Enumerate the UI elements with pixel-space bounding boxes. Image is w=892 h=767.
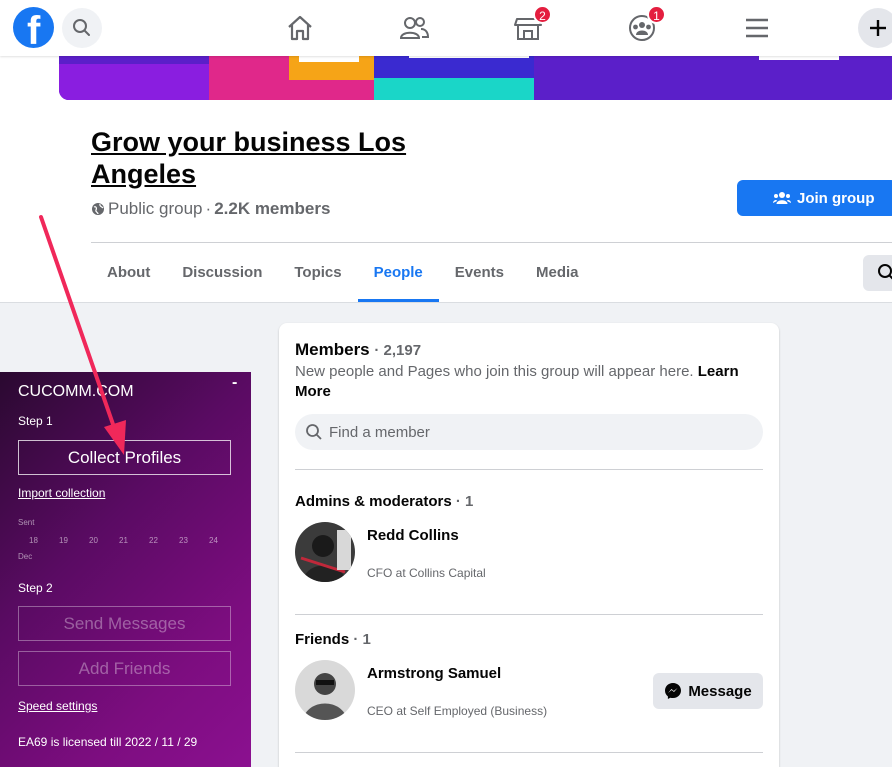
home-icon [288, 15, 312, 41]
tab-media[interactable]: Media [520, 244, 595, 302]
day-label: 18 [29, 536, 38, 545]
facebook-logo[interactable]: f [13, 7, 54, 53]
header-bottom-border [0, 302, 892, 303]
messenger-icon [665, 683, 682, 699]
group-meta: Public group · 2.2K members [91, 199, 330, 219]
search-icon [306, 424, 322, 440]
groups-badge: 1 [647, 5, 666, 24]
plus-icon [870, 20, 886, 36]
send-messages-button[interactable]: Send Messages [18, 606, 231, 641]
friend-name[interactable]: Armstrong Samuel [367, 665, 501, 682]
tab-topics[interactable]: Topics [278, 244, 357, 302]
license-text: EA69 is licensed till 2022 / 11 / 29 [18, 735, 198, 749]
day-label: 19 [59, 536, 68, 545]
search-icon [73, 19, 90, 36]
members-count: 2,197 [383, 342, 422, 359]
group-search-button[interactable] [863, 255, 892, 291]
collect-profiles-button[interactable]: Collect Profiles [18, 440, 231, 475]
minimize-button[interactable]: - [232, 374, 237, 392]
search-icon [878, 264, 892, 280]
members-description: New people and Pages who join this group… [295, 363, 739, 400]
cucomm-extension-panel: CUCOMM.COM - Step 1 Collect Profiles Imp… [0, 372, 251, 767]
nav-menu[interactable] [739, 10, 775, 46]
tab-people[interactable]: People [357, 244, 439, 302]
nav-groups[interactable]: 1 [624, 5, 666, 46]
friend-avatar-image [295, 660, 355, 720]
day-label: 24 [209, 536, 218, 545]
find-member-search[interactable] [295, 414, 763, 450]
tab-about[interactable]: About [91, 244, 166, 302]
tab-events[interactable]: Events [439, 244, 520, 302]
menu-icon [746, 18, 768, 38]
step1-label: Step 1 [18, 414, 53, 428]
message-button[interactable]: Message [653, 673, 763, 709]
members-card: Members · 2,197 New people and Pages who… [279, 323, 779, 767]
members-title: Members · 2,197 [295, 340, 422, 359]
admins-section-title: Admins & moderators · 1 [295, 493, 474, 510]
create-button[interactable] [858, 8, 892, 48]
friends-section-title: Friends · 1 [295, 631, 371, 648]
message-label: Message [688, 682, 752, 700]
avatar[interactable] [295, 660, 355, 720]
top-nav: f 2 1 [0, 0, 892, 56]
group-privacy: Public group [108, 199, 203, 218]
day-label: 23 [179, 536, 188, 545]
find-member-input[interactable] [329, 423, 749, 441]
group-tabs: About Discussion Topics People Events Me… [91, 244, 595, 302]
friends-icon [399, 17, 430, 39]
friends-count: 1 [362, 631, 371, 648]
card-divider [295, 614, 763, 615]
add-friends-button[interactable]: Add Friends [18, 651, 231, 686]
day-label: 21 [119, 536, 128, 545]
join-group-icon [773, 192, 791, 204]
marketplace-badge: 2 [533, 5, 552, 24]
admin-avatar-image [295, 522, 355, 582]
join-group-button[interactable]: Join group [737, 180, 892, 216]
nav-friends[interactable] [396, 10, 432, 46]
avatar[interactable] [295, 522, 355, 582]
header-divider [91, 242, 892, 243]
nav-marketplace[interactable]: 2 [510, 5, 552, 46]
speed-settings-link[interactable]: Speed settings [18, 699, 97, 713]
step2-label: Step 2 [18, 581, 53, 595]
import-collection-link[interactable]: Import collection [18, 486, 105, 500]
search-button[interactable] [62, 8, 102, 48]
extension-title: CUCOMM.COM [18, 383, 134, 400]
group-member-count[interactable]: 2.2K members [214, 199, 330, 219]
admin-name[interactable]: Redd Collins [367, 527, 459, 544]
month-label: Dec [18, 552, 33, 561]
card-divider [295, 752, 763, 753]
globe-icon [92, 203, 104, 215]
sent-label: Sent [18, 518, 35, 527]
group-title[interactable]: Grow your business Los Angeles [91, 126, 471, 190]
admins-count: 1 [465, 493, 474, 510]
tab-discussion[interactable]: Discussion [166, 244, 278, 302]
nav-home[interactable] [282, 10, 318, 46]
admin-subtitle: CFO at Collins Capital [367, 566, 486, 580]
day-label: 20 [89, 536, 98, 545]
join-group-label: Join group [797, 189, 875, 207]
friend-subtitle: CEO at Self Employed (Business) [367, 704, 548, 718]
card-divider [295, 469, 763, 470]
day-label: 22 [149, 536, 158, 545]
